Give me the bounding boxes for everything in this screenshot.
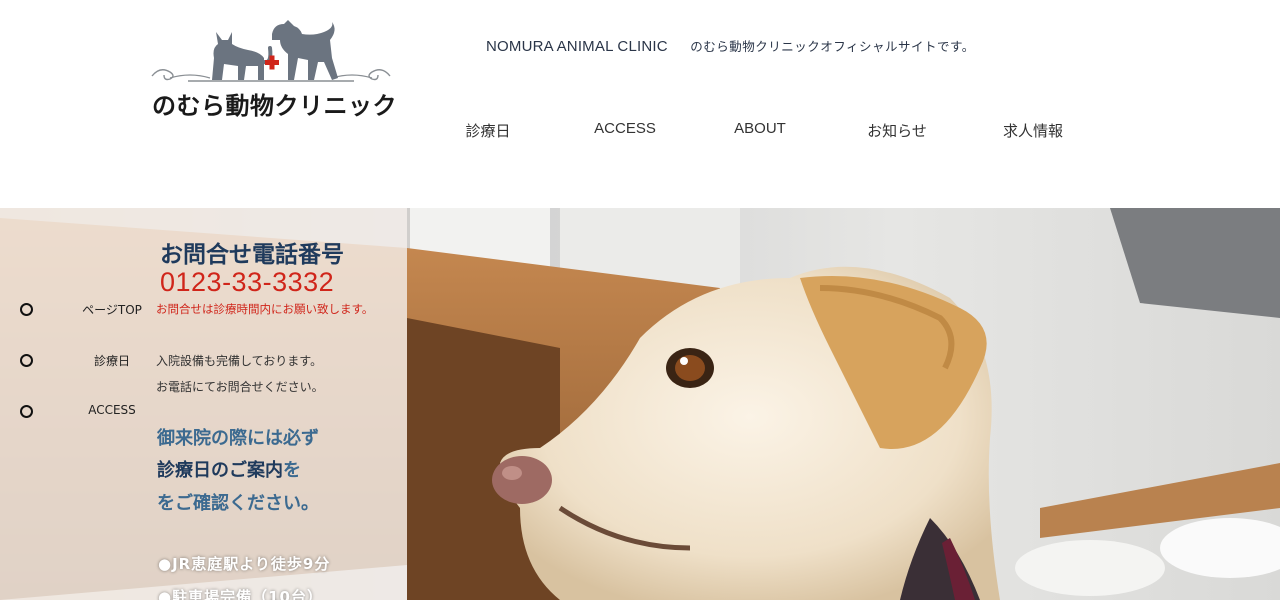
notice-line-2: 診療日のご案内を (157, 456, 301, 482)
contact-hours-note: お問合せは診療時間内にお願い致します。 (156, 302, 374, 316)
facility-text-2: お電話にてお問合せください。 (156, 380, 324, 394)
site-tagline: NOMURA ANIMAL CLINIC のむら動物クリニックオフィシャルサイト… (486, 36, 975, 55)
access-parking: ●駐車場完備（10台） (158, 588, 323, 600)
contact-title: お問合せ電話番号 (160, 242, 344, 268)
hero-section: お問合せ電話番号 0123-33-3332 お問合せは診療時間内にお願い致します… (0, 208, 1280, 600)
side-nav-schedule[interactable]: 診療日 (0, 350, 160, 372)
side-nav-access[interactable]: ACCESS (0, 401, 160, 423)
side-nav-label: 診療日 (93, 354, 131, 368)
logo-text: のむら動物クリニック (152, 92, 397, 120)
nav-item-schedule[interactable]: 診療日 (465, 120, 510, 141)
notice-schedule-link[interactable]: 診療日のご案内 (157, 460, 283, 481)
nav-item-access[interactable]: ACCESS (594, 120, 656, 137)
bullet-circle-icon (20, 303, 33, 316)
phone-number[interactable]: 0123-33-3332 (160, 267, 334, 298)
bullet-circle-icon (20, 405, 33, 418)
access-walk: ●JR恵庭駅より徒歩9分 (158, 555, 331, 573)
side-nav-label: ページTOP (82, 303, 142, 317)
clinic-logo[interactable]: のむら動物クリニック (148, 18, 397, 120)
nav-item-news[interactable]: お知らせ (867, 120, 927, 141)
main-nav: 診療日 ACCESS ABOUT お知らせ 求人情報 (430, 120, 1100, 144)
side-nav-label: ACCESS (88, 403, 136, 417)
notice-line-2-suffix: を (283, 460, 301, 481)
facility-text-1: 入院設備も完備しております。 (156, 354, 323, 368)
notice-line-1: 御来院の際には必ず (157, 428, 319, 449)
dog-cat-logo-icon (151, 20, 391, 82)
notice-line-3: をご確認ください。 (157, 493, 319, 514)
nav-item-about[interactable]: ABOUT (734, 120, 786, 137)
tagline-japanese: のむら動物クリニックオフィシャルサイトです。 (690, 39, 975, 54)
bullet-circle-icon (20, 354, 33, 367)
tagline-english: NOMURA ANIMAL CLINIC (486, 38, 668, 55)
nav-item-recruit[interactable]: 求人情報 (1003, 120, 1063, 141)
side-nav-page-top[interactable]: ページTOP (0, 299, 160, 321)
